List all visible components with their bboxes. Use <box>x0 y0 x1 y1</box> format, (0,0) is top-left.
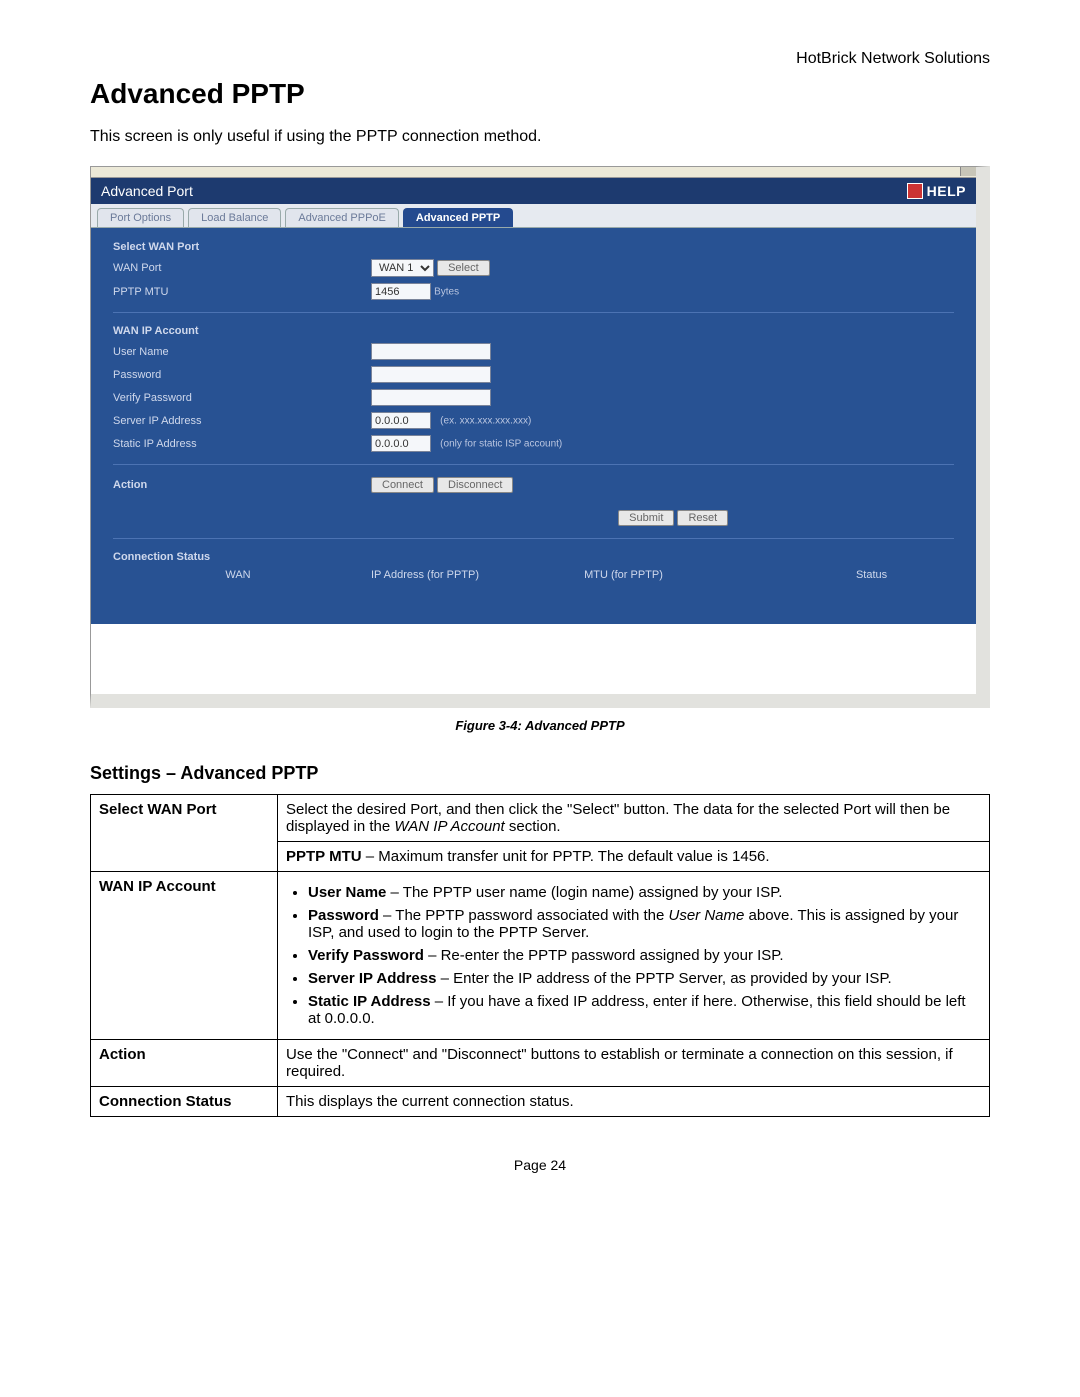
page-footer: Page 24 <box>90 1157 990 1173</box>
tab-port-options[interactable]: Port Options <box>97 208 184 227</box>
cell-action-desc: Use the "Connect" and "Disconnect" butto… <box>278 1040 990 1087</box>
submit-button[interactable]: Submit <box>618 510 674 526</box>
tab-advanced-pptp[interactable]: Advanced PPTP <box>403 208 513 227</box>
label-wan-port: WAN Port <box>109 256 367 280</box>
section-action: Action <box>109 474 367 496</box>
pptp-mtu-field[interactable] <box>371 283 431 300</box>
settings-table: Select WAN Port Select the desired Port,… <box>90 794 990 1117</box>
panel-title: Advanced Port <box>101 183 193 199</box>
page-title: Advanced PPTP <box>90 78 990 110</box>
cell-pptp-mtu-desc: PPTP MTU – Maximum transfer unit for PPT… <box>278 842 990 872</box>
server-ip-field[interactable] <box>371 412 431 429</box>
label-user-name: User Name <box>109 340 367 363</box>
disconnect-button[interactable]: Disconnect <box>437 477 513 493</box>
label-pptp-mtu: PPTP MTU <box>109 280 367 303</box>
section-select-wan-port: Select WAN Port <box>109 238 367 256</box>
col-ip: IP Address (for PPTP) <box>371 569 581 581</box>
tab-bar: Port Options Load Balance Advanced PPPoE… <box>91 204 976 228</box>
label-static-ip: Static IP Address <box>109 432 367 455</box>
select-button[interactable]: Select <box>437 260 490 276</box>
figure-caption: Figure 3-4: Advanced PPTP <box>90 718 990 733</box>
panel-banner: Advanced Port HELP <box>91 178 976 204</box>
tab-load-balance[interactable]: Load Balance <box>188 208 281 227</box>
intro-text: This screen is only useful if using the … <box>90 128 990 146</box>
settings-heading: Settings – Advanced PPTP <box>90 763 990 784</box>
connect-button[interactable]: Connect <box>371 477 434 493</box>
verify-password-field[interactable] <box>371 389 491 406</box>
user-name-field[interactable] <box>371 343 491 360</box>
section-wan-ip-account: WAN IP Account <box>109 322 367 340</box>
help-label: HELP <box>927 183 966 199</box>
scrollbar-top[interactable] <box>91 167 976 178</box>
col-wan: WAN <box>109 566 367 584</box>
cell-wan-ip-account-desc: User Name – The PPTP user name (login na… <box>278 872 990 1040</box>
static-ip-field[interactable] <box>371 435 431 452</box>
cell-connection-status-desc: This displays the current connection sta… <box>278 1087 990 1117</box>
col-status: Status <box>787 569 887 581</box>
help-button[interactable]: HELP <box>907 183 966 199</box>
password-field[interactable] <box>371 366 491 383</box>
company-name: HotBrick Network Solutions <box>90 50 990 68</box>
server-ip-hint: (ex. xxx.xxx.xxx.xxx) <box>440 416 531 427</box>
cell-action-label: Action <box>91 1040 278 1087</box>
cell-connection-status-label: Connection Status <box>91 1087 278 1117</box>
col-mtu: MTU (for PPTP) <box>584 569 784 581</box>
label-verify-password: Verify Password <box>109 386 367 409</box>
wan-port-select[interactable]: WAN 1 <box>371 259 434 277</box>
mtu-unit: Bytes <box>434 287 459 298</box>
cell-wan-ip-account-label: WAN IP Account <box>91 872 278 1040</box>
section-connection-status: Connection Status <box>109 548 958 566</box>
cell-select-wan-port-desc: Select the desired Port, and then click … <box>278 795 990 842</box>
help-icon <box>907 183 923 199</box>
screenshot: Advanced Port HELP Port Options Load Bal… <box>90 166 990 708</box>
cell-select-wan-port-label: Select WAN Port <box>91 795 278 872</box>
label-password: Password <box>109 363 367 386</box>
tab-advanced-pppoe[interactable]: Advanced PPPoE <box>285 208 398 227</box>
static-ip-hint: (only for static ISP account) <box>440 439 562 450</box>
label-server-ip: Server IP Address <box>109 409 367 432</box>
reset-button[interactable]: Reset <box>677 510 728 526</box>
